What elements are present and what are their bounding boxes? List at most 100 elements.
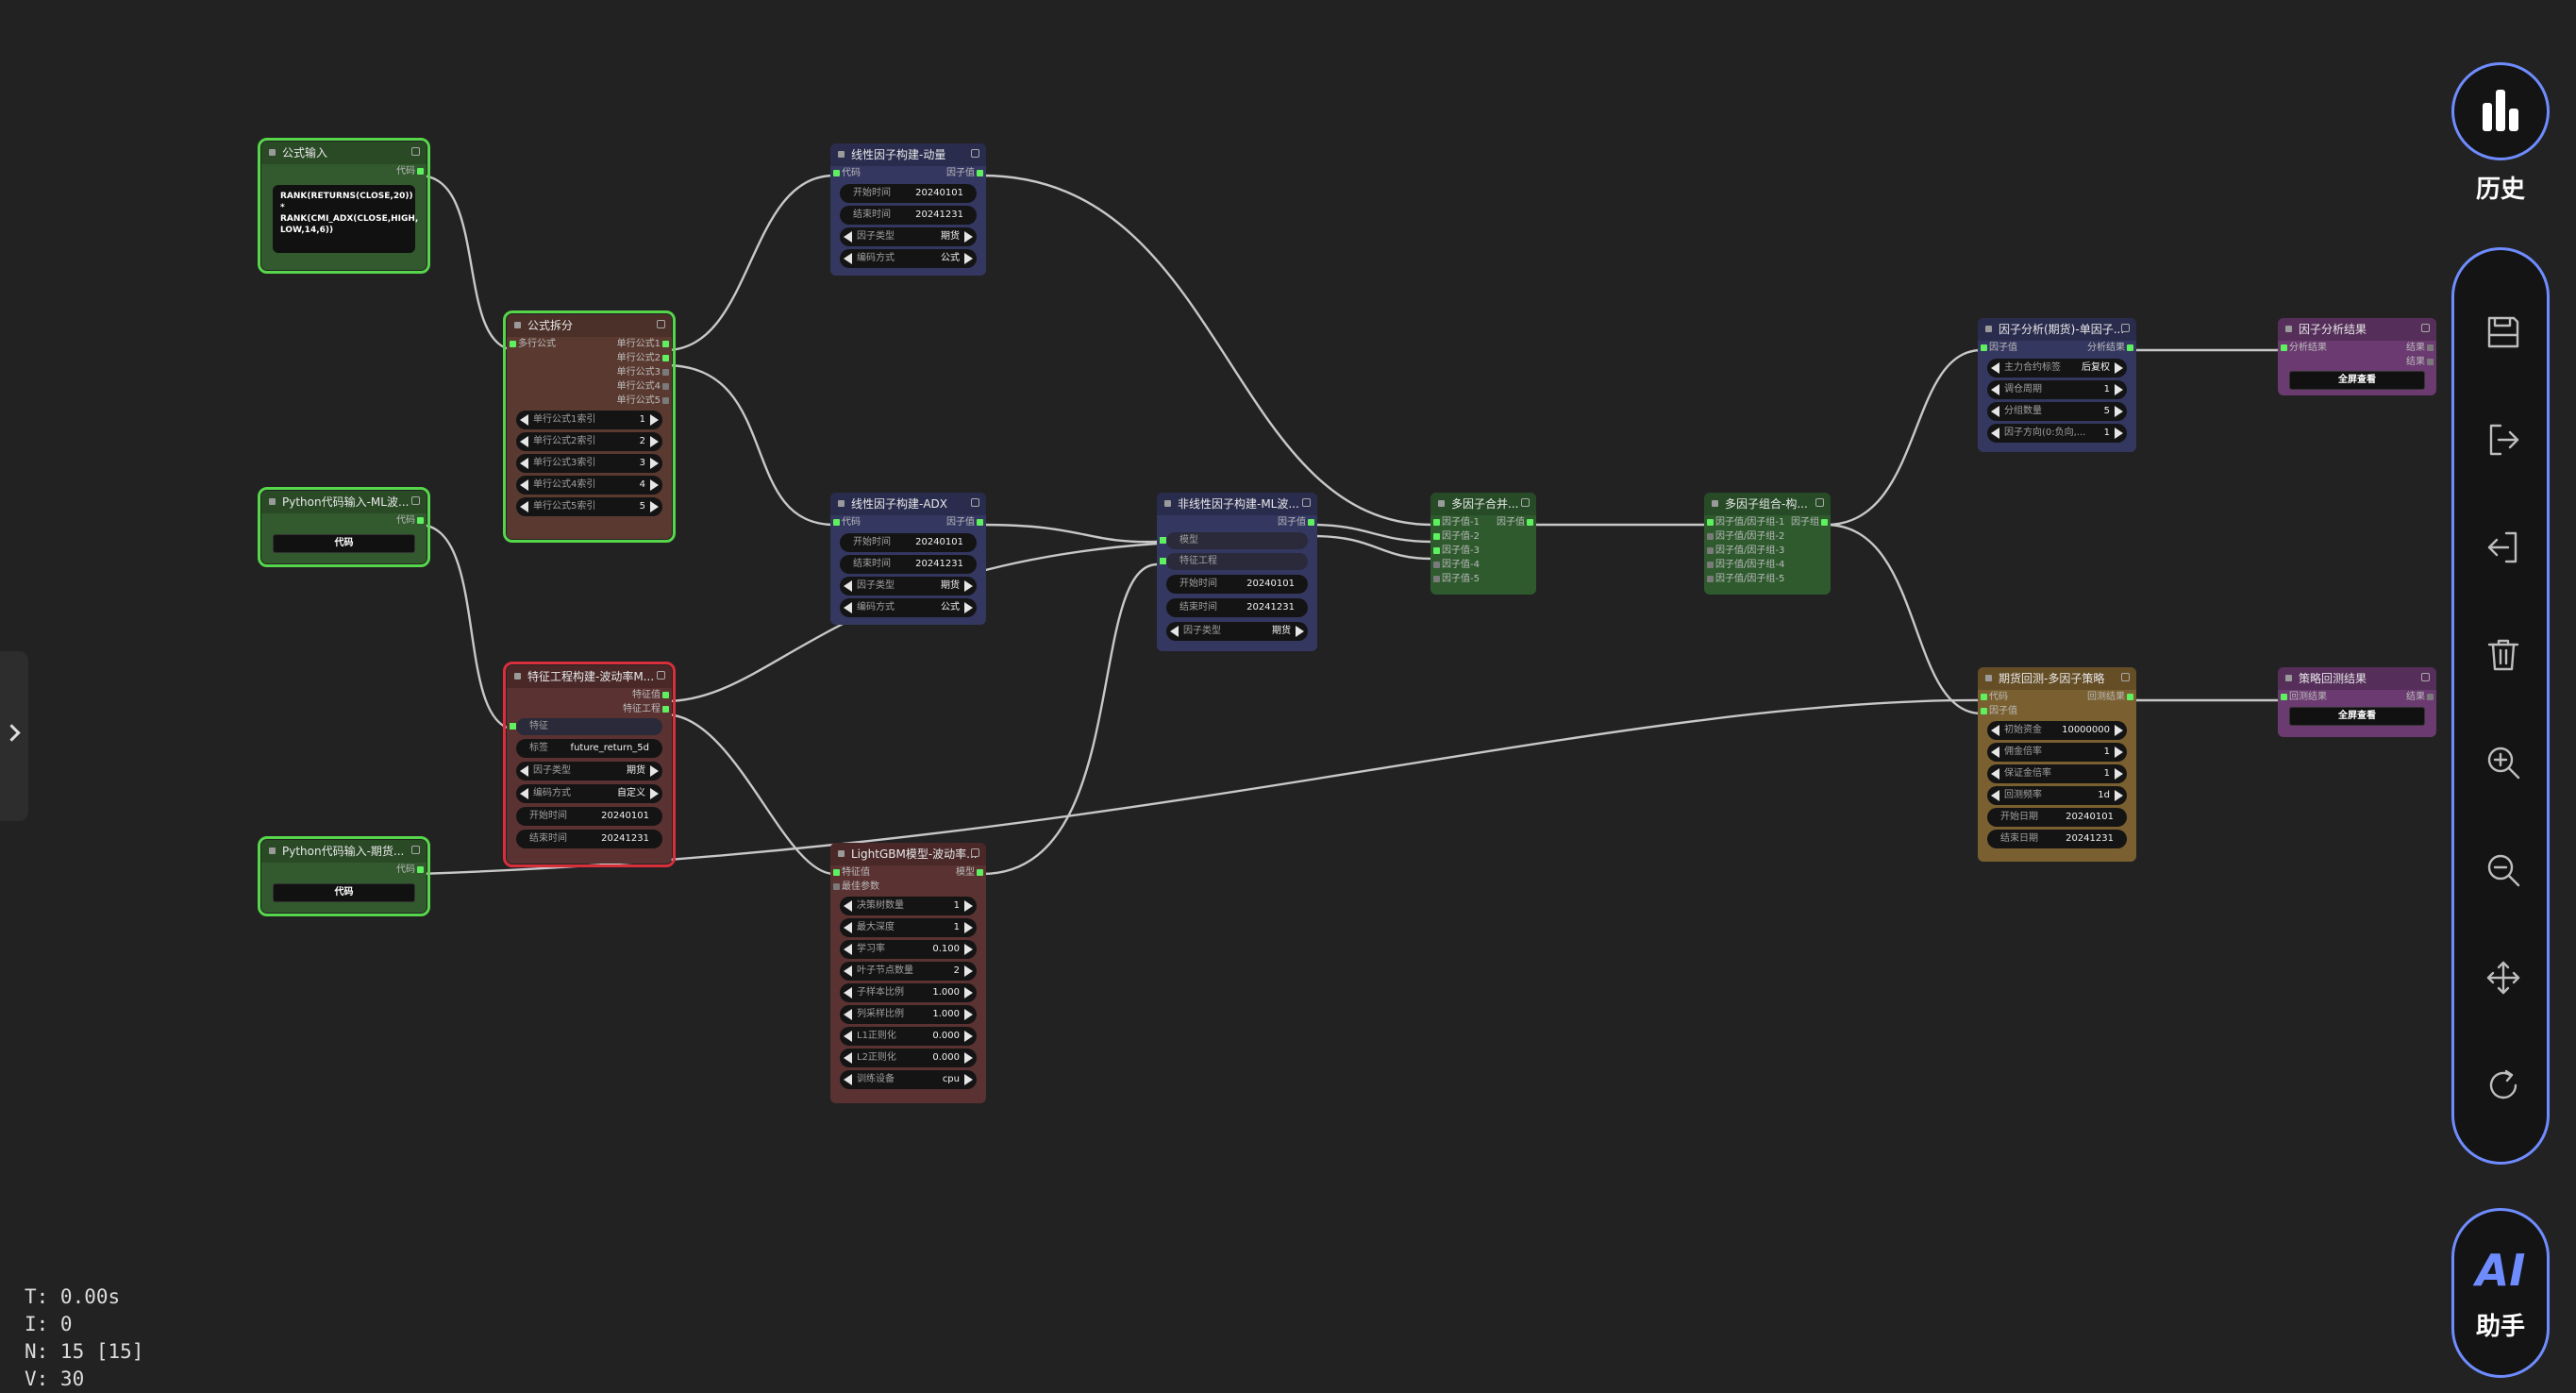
- widget-combo[interactable]: 编码方式 公式: [840, 598, 977, 617]
- widget-text[interactable]: 开始时间 20240101: [1166, 575, 1308, 594]
- move-icon[interactable]: [2485, 960, 2521, 996]
- decrement-arrow-icon[interactable]: [1991, 790, 1999, 801]
- output-slot[interactable]: [417, 168, 424, 175]
- output-slot[interactable]: [662, 355, 669, 361]
- input-slot[interactable]: [1981, 694, 1987, 700]
- increment-arrow-icon[interactable]: [650, 788, 659, 799]
- widget-number[interactable]: 佣金倍率 1: [1987, 743, 2127, 762]
- input-slot[interactable]: [2281, 344, 2287, 351]
- collapse-dot[interactable]: [1438, 500, 1445, 507]
- input-slot[interactable]: [1433, 519, 1440, 526]
- widget-combo[interactable]: 主力合约标签 后复权: [1987, 359, 2127, 378]
- pin-icon[interactable]: [2421, 673, 2430, 681]
- collapse-dot[interactable]: [1712, 500, 1718, 507]
- increment-arrow-icon[interactable]: [964, 965, 973, 977]
- increment-arrow-icon[interactable]: [964, 1031, 973, 1042]
- increment-arrow-icon[interactable]: [964, 1074, 973, 1085]
- zoom-in-icon[interactable]: [2485, 745, 2521, 780]
- output-slot[interactable]: [662, 692, 669, 698]
- input-slot[interactable]: [833, 519, 840, 526]
- decrement-arrow-icon[interactable]: [844, 922, 852, 933]
- decrement-arrow-icon[interactable]: [844, 253, 852, 264]
- input-widget-feature[interactable]: 特征: [510, 718, 662, 735]
- widget-text[interactable]: 结束时间 20241231: [840, 206, 977, 225]
- node-backtest-result[interactable]: 策略回测结果 回测结果 结果 全屏查看: [2278, 667, 2436, 737]
- output-slot[interactable]: [417, 517, 424, 524]
- increment-arrow-icon[interactable]: [964, 1052, 973, 1064]
- decrement-arrow-icon[interactable]: [844, 231, 852, 243]
- input-widget-model[interactable]: 模型: [1160, 532, 1308, 549]
- output-slot[interactable]: [1821, 519, 1828, 526]
- node-multi-factor-combo[interactable]: 多因子组合-构... 因子值/因子组-1 因子组 因子值/因子组-2 因子值/因子…: [1704, 493, 1831, 595]
- collapse-dot[interactable]: [2285, 675, 2292, 681]
- output-slot[interactable]: [662, 369, 669, 376]
- node-python-futures[interactable]: Python代码输入-期货... 代码 代码: [258, 836, 430, 916]
- collapse-dot[interactable]: [838, 151, 845, 158]
- decrement-arrow-icon[interactable]: [844, 944, 852, 955]
- node-nonlinear-factor[interactable]: 非线性因子构建-ML波... 因子值 模型 特征工程 开始时间 20240101 …: [1157, 493, 1317, 651]
- widget-text[interactable]: 结束时间 20241231: [1166, 598, 1308, 617]
- output-slot[interactable]: [1527, 519, 1533, 526]
- increment-arrow-icon[interactable]: [964, 1009, 973, 1020]
- widget-number[interactable]: 调仓周期 1: [1987, 380, 2127, 399]
- pin-icon[interactable]: [411, 846, 420, 854]
- widget-text[interactable]: 结束日期 20241231: [1987, 830, 2127, 848]
- node-linear-adx[interactable]: 线性因子构建-ADX 代码 因子值 开始时间 20240101 结束时间 202412…: [830, 493, 986, 625]
- node-feature-engineering[interactable]: 特征工程构建-波动率M... 特征值 特征工程 特征 标签 future_retu…: [503, 662, 676, 867]
- decrement-arrow-icon[interactable]: [1991, 384, 1999, 395]
- input-slot[interactable]: [1707, 519, 1714, 526]
- input-slot[interactable]: [1707, 533, 1714, 540]
- decrement-arrow-icon[interactable]: [844, 602, 852, 613]
- widget-text[interactable]: 开始时间 20240101: [840, 533, 977, 552]
- node-formula-split[interactable]: 公式拆分 多行公式 单行公式1 单行公式2 单行公式3 单行公式4 单行公式5 单…: [503, 310, 676, 543]
- input-slot[interactable]: [1433, 547, 1440, 554]
- decrement-arrow-icon[interactable]: [1170, 626, 1179, 637]
- collapse-dot[interactable]: [1164, 500, 1171, 507]
- increment-arrow-icon[interactable]: [964, 580, 973, 592]
- export-icon[interactable]: [2485, 422, 2521, 458]
- increment-arrow-icon[interactable]: [964, 900, 973, 912]
- decrement-arrow-icon[interactable]: [844, 1074, 852, 1085]
- pin-icon[interactable]: [2421, 324, 2430, 332]
- increment-arrow-icon[interactable]: [650, 501, 659, 512]
- output-slot[interactable]: [662, 397, 669, 404]
- widget-number[interactable]: 子样本比例 1.000: [840, 983, 977, 1002]
- decrement-arrow-icon[interactable]: [520, 414, 528, 426]
- fullscreen-button[interactable]: 全屏查看: [2289, 707, 2425, 726]
- input-slot[interactable]: [1981, 708, 1987, 714]
- increment-arrow-icon[interactable]: [964, 231, 973, 243]
- decrement-arrow-icon[interactable]: [844, 1009, 852, 1020]
- sidebar-toggle-button[interactable]: [0, 651, 28, 821]
- decrement-arrow-icon[interactable]: [844, 965, 852, 977]
- collapse-dot[interactable]: [1985, 326, 1992, 332]
- decrement-arrow-icon[interactable]: [520, 479, 528, 491]
- output-slot[interactable]: [977, 869, 983, 876]
- pin-icon[interactable]: [411, 147, 420, 156]
- widget-number[interactable]: 因子方向(0:负向,... 1: [1987, 424, 2127, 443]
- widget-number[interactable]: 保证金倍率 1: [1987, 764, 2127, 783]
- history-button[interactable]: [2451, 62, 2550, 160]
- output-slot[interactable]: [417, 866, 424, 873]
- widget-combo[interactable]: 因子类型 期货: [840, 577, 977, 596]
- widget-combo[interactable]: 训练设备 cpu: [840, 1070, 977, 1089]
- decrement-arrow-icon[interactable]: [520, 501, 528, 512]
- increment-arrow-icon[interactable]: [964, 944, 973, 955]
- increment-arrow-icon[interactable]: [2115, 428, 2123, 439]
- pin-icon[interactable]: [1815, 498, 1824, 507]
- widget-number[interactable]: 单行公式5索引 5: [516, 497, 662, 516]
- decrement-arrow-icon[interactable]: [520, 436, 528, 447]
- widget-number[interactable]: 叶子节点数量 2: [840, 962, 977, 981]
- widget-text[interactable]: 开始时间 20240101: [840, 184, 977, 203]
- decrement-arrow-icon[interactable]: [844, 900, 852, 912]
- input-slot[interactable]: [2281, 694, 2287, 700]
- increment-arrow-icon[interactable]: [2115, 725, 2123, 736]
- pin-icon[interactable]: [2121, 673, 2130, 681]
- output-slot[interactable]: [2427, 694, 2434, 700]
- collapse-dot[interactable]: [514, 673, 521, 680]
- node-formula-input[interactable]: 公式输入 代码 RANK(RETURNS(CLOSE,20)) * RANK(C…: [258, 138, 430, 274]
- widget-number[interactable]: 列采样比例 1.000: [840, 1005, 977, 1024]
- output-slot[interactable]: [662, 383, 669, 390]
- input-slot[interactable]: [833, 869, 840, 876]
- pin-icon[interactable]: [971, 498, 979, 507]
- input-slot[interactable]: [1433, 576, 1440, 582]
